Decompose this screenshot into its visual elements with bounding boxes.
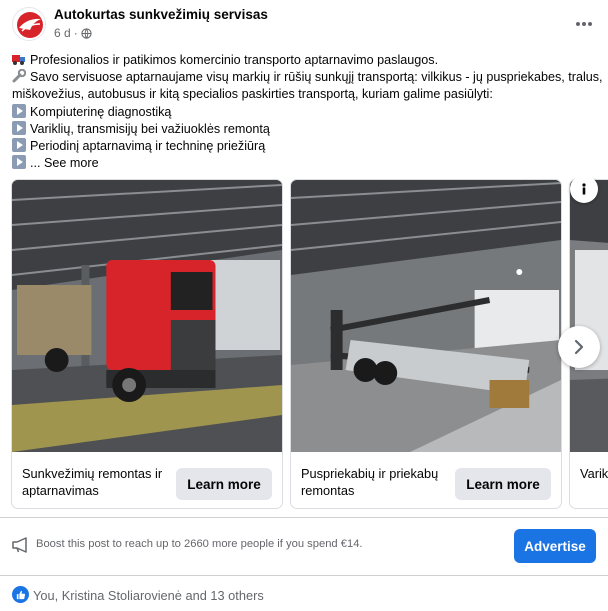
text-line-5: Variklių, transmisijų bei važiuoklės rem… (30, 121, 270, 136)
text-line-4: Kompiuterinę diagnostiką (30, 104, 172, 119)
card-footer: Sunkvežimių remontas ir aptarnavimas Lea… (12, 452, 282, 508)
carousel-card[interactable]: Sunkvežimių remontas ir aptarnavimas Lea… (11, 179, 283, 509)
megaphone-icon (12, 537, 27, 553)
text-line: ... See more (12, 155, 604, 172)
thumbs-up-icon (16, 590, 25, 599)
boost-bar: Boost this post to reach up to 2660 more… (0, 518, 608, 574)
engine-photo (570, 180, 608, 452)
globe-icon (81, 27, 92, 39)
page-avatar[interactable] (12, 7, 46, 41)
carousel-card[interactable]: Puspriekabių ir priekabų remontas Learn … (290, 179, 562, 509)
card-footer: Variklių remo (570, 452, 608, 508)
more-icon (576, 22, 592, 26)
reactions-bar[interactable]: You, Kristina Stoliarovienė and 13 other… (0, 580, 608, 611)
chevron-right-icon (574, 339, 584, 355)
text-line: miškovežius, autobusus ir kitą specialio… (12, 86, 604, 103)
see-more-link[interactable]: ... See more (30, 156, 99, 170)
company-logo (17, 12, 43, 38)
text-line: Profesionalios ir patikimos komercinio t… (12, 52, 604, 69)
play-button-emoji (12, 155, 26, 170)
post-meta: 6 d · (54, 26, 92, 40)
text-line: Periodinį aptarnavimą ir techninę prieži… (12, 138, 604, 155)
post-header: Autokurtas sunkvežimių servisas 6 d · (0, 0, 608, 48)
play-button-emoji (12, 138, 26, 153)
card-title[interactable]: Variklių remo (580, 465, 608, 482)
learn-more-button[interactable]: Learn more (176, 468, 272, 500)
play-button-emoji (12, 103, 26, 118)
truck-emoji (12, 55, 25, 65)
text-line: Savo servisuose aptarnaujame visų markių… (12, 69, 604, 86)
learn-more-button[interactable]: Learn more (455, 468, 551, 500)
ad-carousel: Sunkvežimių remontas ir aptarnavimas Lea… (0, 178, 608, 516)
text-line-1: Profesionalios ir patikimos komercinio t… (30, 53, 439, 67)
text-line-2: Savo servisuose aptarnaujame visų markių… (30, 70, 603, 85)
card-footer: Puspriekabių ir priekabų remontas Learn … (291, 452, 561, 508)
car-transporter-photo (291, 180, 561, 452)
card-title[interactable]: Puspriekabių ir priekabų remontas (301, 465, 451, 499)
card-title[interactable]: Sunkvežimių remontas ir aptarnavimas (22, 465, 172, 499)
play-button-emoji (12, 120, 26, 135)
post-text: Profesionalios ir patikimos komercinio t… (12, 52, 604, 172)
advertise-button[interactable]: Advertise (514, 529, 596, 563)
text-line-3: miškovežius, autobusus ir kitą specialio… (12, 87, 493, 102)
separator-dot: · (73, 26, 78, 40)
text-line: Kompiuterinę diagnostiką (12, 103, 604, 121)
text-line-6: Periodinį aptarnavimą ir techninę prieži… (30, 139, 266, 154)
carousel-next-button[interactable] (558, 326, 600, 368)
reactions-count[interactable]: You, Kristina Stoliarovienė and 13 other… (33, 588, 264, 603)
post-time[interactable]: 6 d (54, 26, 71, 40)
info-icon (582, 183, 586, 195)
page-name[interactable]: Autokurtas sunkvežimių servisas (54, 7, 268, 22)
text-line: Variklių, transmisijų bei važiuoklės rem… (12, 120, 604, 138)
like-reaction-icon (12, 586, 29, 603)
more-options-button[interactable] (570, 12, 598, 36)
divider (0, 575, 608, 576)
truck-photo (12, 180, 282, 452)
boost-text: Boost this post to reach up to 2660 more… (36, 538, 363, 550)
wrench-emoji (12, 69, 26, 83)
